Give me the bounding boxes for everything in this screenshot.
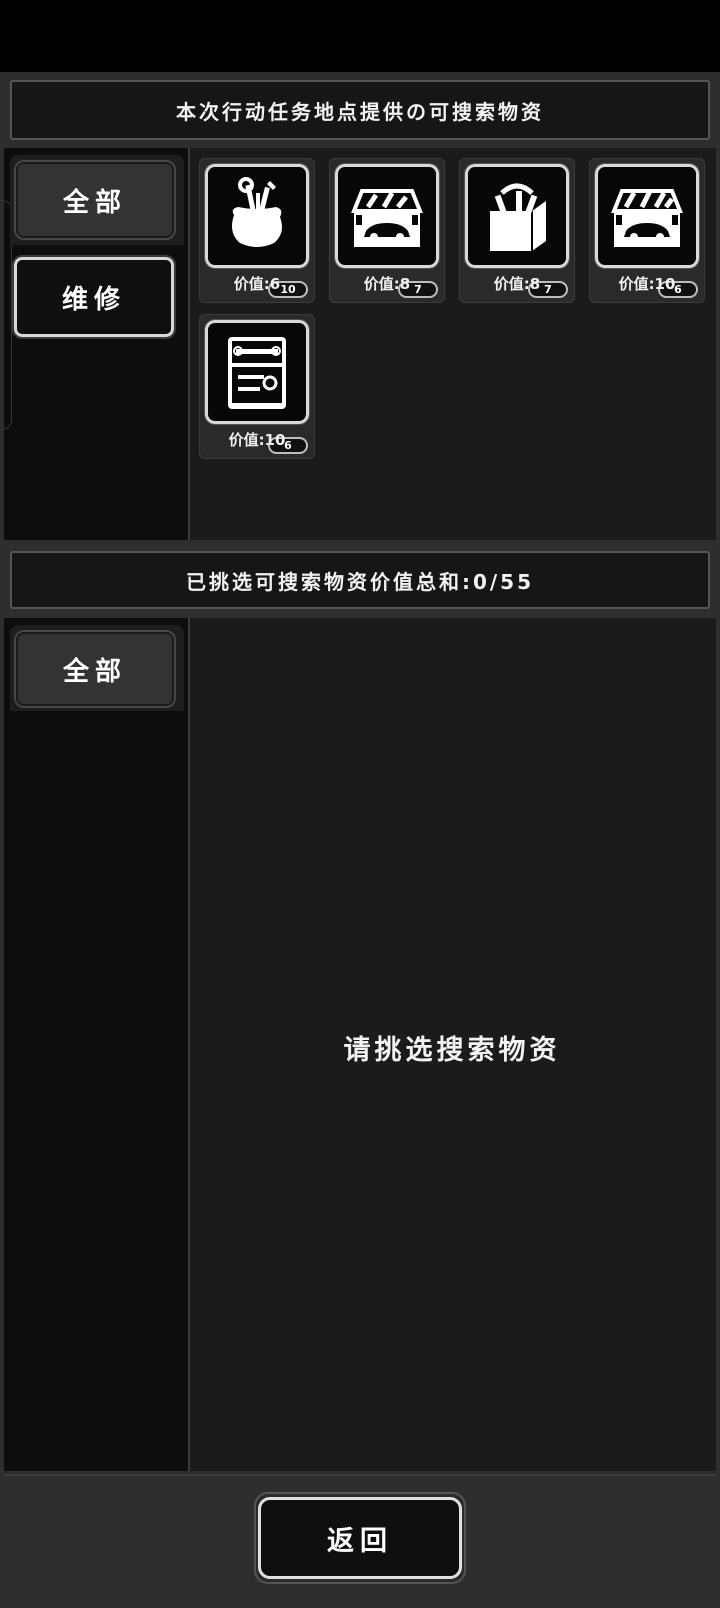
top-tab-all-label: 全部	[62, 187, 127, 218]
item-card[interactable]: 6 价值:10	[589, 158, 705, 303]
item-value: 价值:8	[363, 275, 411, 293]
item-card[interactable]: 7 价值:8	[459, 158, 575, 303]
item-card[interactable]: 7 价值:8	[329, 158, 445, 303]
empty-selection-message: 请挑选搜索物资	[343, 1035, 561, 1066]
selected-value-total: 已挑选可搜索物资价值总和:0/55	[185, 569, 535, 594]
top-tab-repair-label: 维修	[61, 284, 126, 315]
item-icon-frame	[204, 319, 310, 425]
item-card[interactable]: 6 价值:10	[199, 314, 315, 459]
selected-supplies-header: 已挑选可搜索物资价值总和:0/55	[10, 551, 710, 609]
item-card[interactable]: 10 价值:6	[199, 158, 315, 303]
back-button-label: 返回	[327, 1525, 393, 1557]
item-value: 价值:10	[618, 275, 676, 293]
tool-box-icon	[490, 183, 546, 251]
available-supplies-title: 本次行动任务地点提供の可搜索物资	[176, 99, 544, 124]
top-tab-all[interactable]: 全部	[14, 160, 176, 240]
item-value: 价值:10	[228, 431, 286, 449]
car-toolbox-icon	[611, 189, 683, 247]
item-value: 价值:6	[233, 275, 281, 293]
item-icon-frame	[594, 163, 700, 269]
bottom-category-sidebar	[4, 618, 188, 1471]
car-toolbox-icon	[351, 189, 423, 247]
bottom-tab-all-label: 全部	[62, 656, 127, 687]
item-value: 价值:8	[493, 275, 541, 293]
item-icon-frame	[204, 163, 310, 269]
bottom-tab-all[interactable]: 全部	[14, 630, 176, 708]
top-tab-repair[interactable]: 维修	[12, 255, 176, 339]
item-icon-frame	[334, 163, 440, 269]
tool-bag-icon	[232, 177, 282, 247]
item-icon-frame	[464, 163, 570, 269]
tool-kit-case-icon	[228, 337, 286, 409]
back-button[interactable]: 返回	[258, 1497, 462, 1579]
available-supplies-header: 本次行动任务地点提供の可搜索物资	[10, 80, 710, 140]
